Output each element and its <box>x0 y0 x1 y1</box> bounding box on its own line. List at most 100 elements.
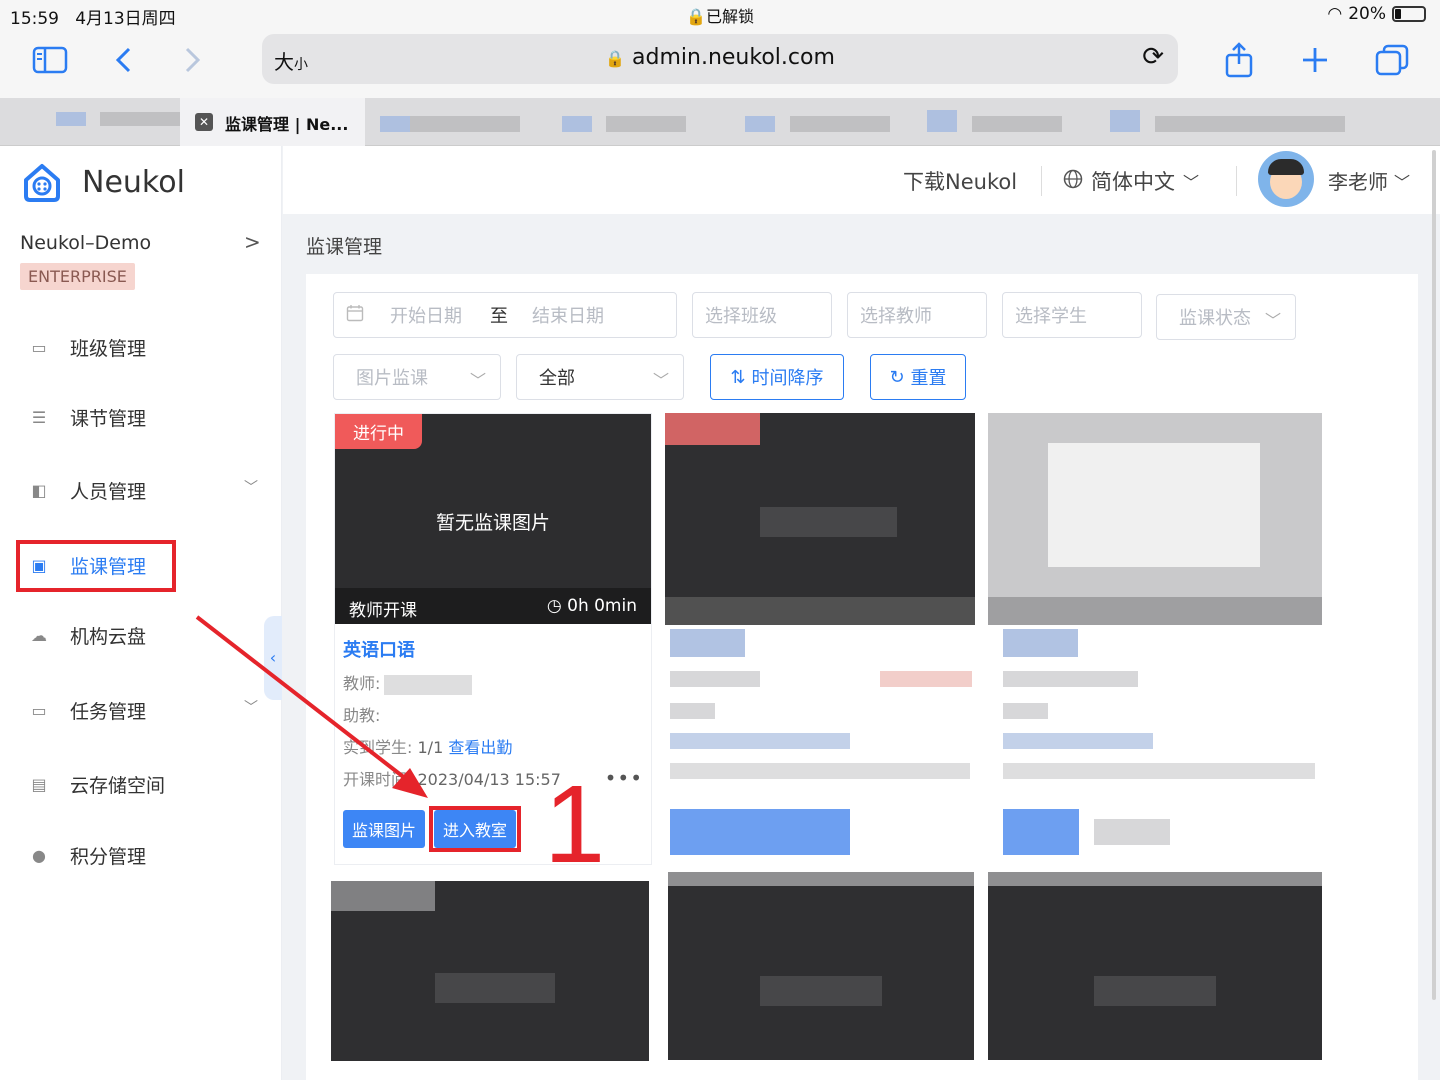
reset-button[interactable]: ↻ 重置 <box>870 354 966 400</box>
end-date-input[interactable]: 结束日期 <box>532 302 604 328</box>
blurred-tab[interactable] <box>606 116 686 132</box>
forward-icon[interactable] <box>180 40 206 80</box>
reload-icon[interactable]: ⟳ <box>1142 42 1164 72</box>
class-select[interactable]: 选择班级 <box>692 292 832 338</box>
avatar[interactable] <box>1258 151 1314 207</box>
no-image-text: 暂无监课图片 <box>435 512 550 534</box>
blurred-tab[interactable] <box>410 116 520 132</box>
tab-strip: ✕ 监课管理 | Ne... <box>0 98 1440 146</box>
blurred-buttons[interactable] <box>670 809 850 855</box>
blurred-course <box>1003 629 1078 657</box>
teacher-row: 教师: <box>343 670 473 695</box>
class-card-blurred[interactable] <box>988 413 1322 865</box>
student-select[interactable]: 选择学生 <box>1002 292 1142 338</box>
add-tab-icon[interactable] <box>1298 40 1332 80</box>
lock-status: 🔒已解锁 <box>686 7 754 26</box>
download-link[interactable]: 下载Neukol <box>903 166 1017 196</box>
status-select[interactable]: 监课状态 ﹀ <box>1156 294 1296 340</box>
chevron-down-icon[interactable]: ﹀ <box>244 477 258 497</box>
chevron-down-icon[interactable]: ﹀ <box>244 697 258 717</box>
sort-time-button[interactable]: ⇅ 时间降序 <box>710 354 844 400</box>
blurred-tab[interactable] <box>380 116 410 132</box>
chevron-down-icon: ﹀ <box>652 371 669 390</box>
blurred-text <box>1003 733 1153 749</box>
sidebar: Neukol Neukol–Demo > ENTERPRISE ▭ 班级管理 ☰ 课节… <box>0 146 282 1080</box>
class-card-blurred[interactable] <box>665 413 975 865</box>
blurred-status-badge <box>668 872 974 886</box>
sidebar-item[interactable]: ▤ 云存储空间 <box>28 767 258 801</box>
sidebar-item-label: 课节管理 <box>70 407 147 430</box>
back-icon[interactable] <box>110 40 136 80</box>
sidebar-icon[interactable] <box>30 40 70 80</box>
share-icon[interactable] <box>1222 40 1256 80</box>
blurred-text <box>1094 976 1216 1006</box>
scope-select[interactable]: 全部 ﹀ <box>516 354 684 400</box>
sidebar-item-label: 积分管理 <box>70 845 147 868</box>
storage-icon: ▤ <box>31 774 47 794</box>
blurred-tab[interactable] <box>1155 116 1345 132</box>
sidebar-item[interactable]: ☁ 机构云盘 <box>28 618 258 652</box>
attendance-row: 实到学生: 1/1 查看出勤 <box>343 738 513 757</box>
card-thumbnail[interactable] <box>988 872 1322 1060</box>
blurred-tab[interactable] <box>745 116 775 132</box>
sidebar-item[interactable]: ▭ 任务管理 ﹀ <box>28 693 258 727</box>
chevron-down-icon: ﹀ <box>1264 311 1281 330</box>
blurred-tab[interactable] <box>790 116 890 132</box>
battery-percent: 20% <box>1348 4 1386 24</box>
sidebar-item[interactable]: ◧ 人员管理 ﹀ <box>28 473 258 507</box>
sidebar-item[interactable]: ▭ 班级管理 <box>28 330 258 364</box>
sidebar-item-label: 任务管理 <box>70 700 147 723</box>
logo-icon <box>20 160 64 204</box>
blurred-tab[interactable] <box>562 116 592 132</box>
blurred-text <box>1003 671 1138 687</box>
course-name[interactable]: 英语口语 <box>343 636 415 662</box>
sidebar-item[interactable]: ● 积分管理 <box>28 838 258 872</box>
blurred-tab[interactable] <box>927 110 957 132</box>
start-date-input[interactable]: 开始日期 <box>390 302 462 328</box>
sidebar-item[interactable]: ☰ 课节管理 <box>28 400 258 434</box>
blurred-text <box>1003 763 1315 779</box>
address-bar[interactable]: 大小 🔒 admin.neukol.com ⟳ <box>262 34 1178 84</box>
monitor-images-button[interactable]: 监课图片 <box>343 810 425 848</box>
class-card-blurred[interactable] <box>668 872 974 1060</box>
url-text[interactable]: 🔒 admin.neukol.com <box>262 45 1178 70</box>
blurred-buttons[interactable] <box>1094 819 1170 845</box>
battery-icon <box>1392 6 1426 22</box>
card-thumbnail[interactable]: 进行中 暂无监课图片 教师开课 ◷ 0h 0min <box>335 414 651 624</box>
blurred-tab[interactable] <box>1110 110 1140 132</box>
more-icon[interactable]: ••• <box>605 766 643 790</box>
class-card-blurred[interactable] <box>331 881 649 1061</box>
monitor-mode-select[interactable]: 图片监课 ﹀ <box>333 354 501 400</box>
annotation-number: 1 <box>544 763 606 886</box>
status-badge: 进行中 <box>335 414 422 449</box>
org-name[interactable]: Neukol–Demo <box>20 232 151 254</box>
collapse-sidebar-icon[interactable]: ‹ <box>264 616 282 700</box>
blurred-text <box>760 507 897 537</box>
tabs-icon[interactable] <box>1374 40 1410 80</box>
refresh-icon: ↻ <box>889 366 905 388</box>
scrollbar[interactable] <box>1432 150 1436 1000</box>
teacher-select[interactable]: 选择教师 <box>847 292 987 338</box>
user-menu[interactable]: 李老师 ﹀ <box>1328 166 1410 195</box>
logo[interactable]: Neukol <box>20 160 185 204</box>
blurred-image <box>1048 443 1260 567</box>
blurred-buttons[interactable] <box>1003 809 1079 855</box>
blurred-tab[interactable] <box>100 112 180 126</box>
blurred-text <box>435 973 555 1003</box>
class-card-blurred[interactable] <box>988 872 1322 1060</box>
chevron-right-icon[interactable]: > <box>244 230 261 254</box>
card-thumbnail[interactable] <box>668 872 974 1060</box>
points-icon: ● <box>32 845 46 865</box>
blurred-text <box>670 703 715 719</box>
view-attendance-link[interactable]: 查看出勤 <box>448 738 512 757</box>
calendar-icon <box>346 304 364 327</box>
close-tab-icon[interactable]: ✕ <box>195 113 213 131</box>
date-range-picker[interactable]: 开始日期 至 结束日期 <box>333 292 677 338</box>
tab-active[interactable]: ✕ 监课管理 | Ne... <box>180 98 365 146</box>
language-select[interactable]: 简体中文 ﹀ <box>1063 166 1199 196</box>
cloud-icon: ☁ <box>31 625 47 645</box>
blurred-footer <box>665 597 975 625</box>
blurred-tab[interactable] <box>56 112 86 126</box>
chevron-down-icon: ﹀ <box>469 371 486 390</box>
blurred-tab[interactable] <box>972 116 1062 132</box>
